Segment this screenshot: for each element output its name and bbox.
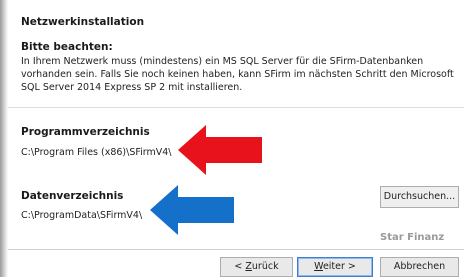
note-heading: Bitte beachten: xyxy=(21,41,113,53)
blue-arrow-icon xyxy=(150,185,234,235)
browse-button[interactable]: Durchsuchen... xyxy=(380,186,459,208)
back-rest: urück xyxy=(251,261,279,272)
window-left-edge xyxy=(0,0,8,277)
red-arrow-icon xyxy=(178,125,262,175)
next-button[interactable]: Weiter > xyxy=(297,257,373,277)
page-title: Netzwerkinstallation xyxy=(21,16,145,28)
note-text: In Ihrem Netzwerk muss (mindestens) ein … xyxy=(21,56,454,93)
divider xyxy=(8,107,464,108)
cancel-button[interactable]: Abbrechen xyxy=(380,257,459,277)
program-dir-path: C:\Program Files (x86)\SFirmV4\ xyxy=(21,147,172,158)
back-prefix: < xyxy=(234,261,246,272)
data-dir-label: Datenverzeichnis xyxy=(21,190,124,202)
next-mnemonic: W xyxy=(314,261,323,272)
brand-logo: Star Finanz xyxy=(380,232,445,243)
footer-divider xyxy=(8,249,464,250)
program-dir-label: Programmverzeichnis xyxy=(21,126,150,138)
data-dir-path: C:\ProgramData\SFirmV4\ xyxy=(21,210,143,221)
next-rest: eiter > xyxy=(322,261,356,272)
back-button[interactable]: < Zurück xyxy=(220,257,293,277)
